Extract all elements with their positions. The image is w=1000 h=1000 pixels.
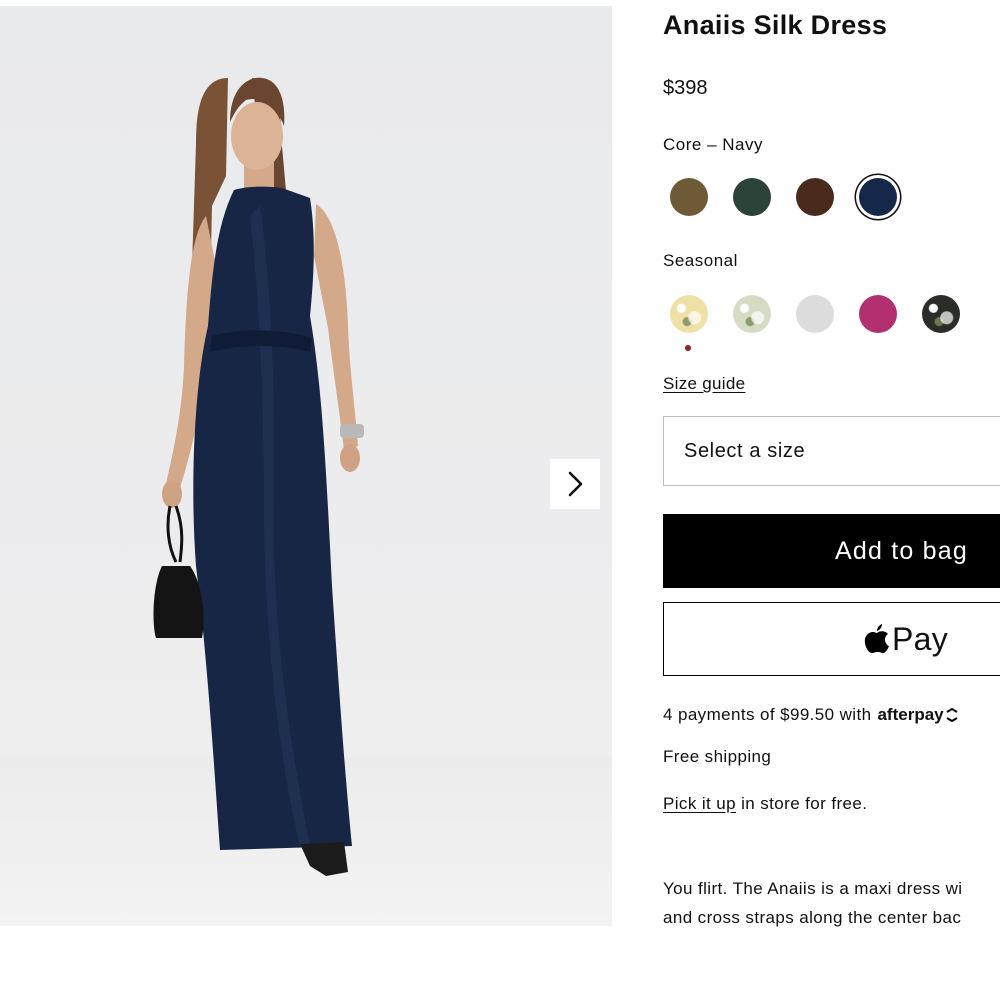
- swatch-sale-dot: [685, 345, 691, 351]
- product-image-panel: [0, 6, 612, 926]
- color-swatch-sage-floral[interactable]: [733, 295, 771, 333]
- add-to-bag-button[interactable]: Add to bag: [663, 514, 1000, 588]
- installments-text: 4 payments of $99.50 with: [663, 705, 872, 724]
- product-photo-model: [153, 77, 364, 876]
- afterpay-line: 4 payments of $99.50 with afterpay: [663, 705, 960, 725]
- core-color-label: Core – Navy: [663, 135, 763, 154]
- pickup-line: Pick it up in store for free.: [663, 794, 867, 814]
- afterpay-logo[interactable]: afterpay: [877, 705, 959, 725]
- apple-logo-icon: [864, 624, 889, 654]
- color-swatch-dark-floral[interactable]: [922, 295, 960, 333]
- description-line-2: and cross straps along the center bac: [663, 908, 962, 927]
- pick-it-up-link[interactable]: Pick it up: [663, 794, 736, 813]
- color-swatch-olive-brown[interactable]: [670, 178, 708, 216]
- afterpay-arrows-icon: [946, 708, 958, 722]
- product-price: $398: [663, 77, 708, 99]
- color-swatch-yellow-floral[interactable]: [670, 295, 708, 333]
- product-info-panel: Anaiis Silk Dress $398 Core – Navy Seaso…: [663, 0, 1000, 1000]
- color-swatch-magenta[interactable]: [859, 295, 897, 333]
- apple-pay-button[interactable]: Pay: [663, 602, 1000, 676]
- description-line-1: You flirt. The Anaiis is a maxi dress wi: [663, 879, 963, 898]
- chevron-right-icon: [568, 471, 583, 497]
- color-swatch-navy[interactable]: [859, 178, 897, 216]
- afterpay-brand-text: afterpay: [877, 705, 944, 724]
- size-select[interactable]: Select a size: [663, 416, 1000, 486]
- seasonal-color-label: Seasonal: [663, 251, 738, 270]
- size-guide-link[interactable]: Size guide: [663, 374, 745, 394]
- apple-pay-content: Pay: [864, 621, 948, 658]
- apple-pay-label: Pay: [892, 620, 949, 657]
- free-shipping-text: Free shipping: [663, 747, 772, 766]
- color-swatch-dark-green[interactable]: [733, 178, 771, 216]
- color-swatch-chocolate[interactable]: [796, 178, 834, 216]
- size-select-placeholder: Select a size: [684, 439, 806, 462]
- pickup-rest-text: in store for free.: [735, 794, 868, 813]
- color-swatch-light-grey[interactable]: [796, 295, 834, 333]
- product-description: You flirt. The Anaiis is a maxi dress wi…: [663, 874, 1000, 932]
- next-image-button[interactable]: [550, 459, 600, 509]
- product-title: Anaiis Silk Dress: [663, 10, 888, 40]
